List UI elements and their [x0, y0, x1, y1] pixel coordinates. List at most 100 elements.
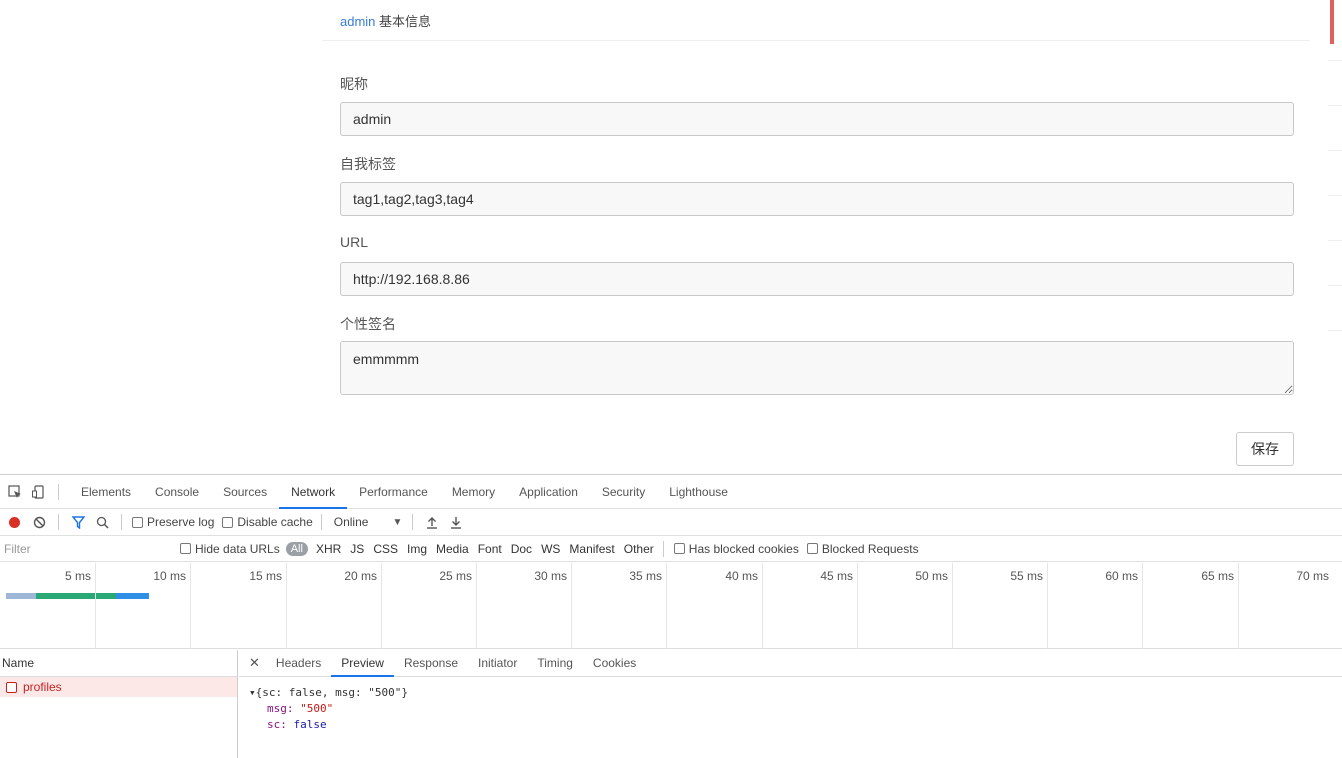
preserve-log-checkbox[interactable]	[132, 516, 143, 528]
network-filter-bar: Hide data URLs All XHR JS CSS Img Media Font D…	[0, 536, 1342, 562]
timeline-tick-label: 5 ms	[64, 569, 91, 583]
tab-application[interactable]: Application	[507, 475, 590, 509]
has-blocked-cookies-label: Has blocked cookies	[688, 541, 799, 556]
filter-type-css[interactable]: CSS	[373, 542, 398, 556]
detail-tab-headers[interactable]: Headers	[266, 650, 331, 677]
timeline-gridline	[571, 563, 572, 649]
header-username: admin	[340, 14, 376, 29]
disable-cache-checkbox[interactable]	[222, 516, 234, 528]
json-summary[interactable]: ▾{sc: false, msg: "500"}	[249, 685, 1342, 701]
json-sc-key: sc:	[267, 718, 287, 731]
search-icon[interactable]	[93, 513, 111, 531]
filter-all-button[interactable]: All	[285, 541, 308, 556]
tab-elements[interactable]: Elements	[69, 475, 143, 509]
json-sc-line: sc: false	[249, 717, 1342, 733]
disable-cache-label: Disable cache	[237, 515, 313, 529]
timeline-gridline	[666, 563, 667, 649]
tab-security[interactable]: Security	[590, 475, 657, 509]
tab-console[interactable]: Console	[143, 475, 211, 509]
has-blocked-cookies-checkbox[interactable]	[673, 543, 685, 554]
network-overview-timeline[interactable]: 5 ms 10 ms 15 ms 20 ms 25 ms 30 ms 35 ms 40 ms 4…	[0, 563, 1342, 649]
filter-type-js[interactable]: JS	[350, 542, 364, 556]
tab-memory[interactable]: Memory	[440, 475, 507, 509]
devtools-tab-bar: Elements Console Sources Network Performance…	[0, 475, 1342, 509]
timeline-tick-label: 60 ms	[1105, 569, 1138, 583]
divider	[121, 514, 122, 530]
timing-bar-waiting	[36, 593, 116, 599]
filter-type-img[interactable]: Img	[407, 542, 427, 556]
timeline-tick-label: 15 ms	[249, 569, 282, 583]
inspect-element-icon[interactable]	[6, 483, 24, 501]
blocked-requests-label: Blocked Requests	[821, 541, 919, 556]
signature-textarea[interactable]: emmmmm	[340, 341, 1294, 395]
signature-label: 个性签名	[340, 316, 396, 332]
import-har-icon[interactable]	[423, 513, 441, 531]
filter-type-font[interactable]: Font	[478, 542, 502, 556]
detail-tab-initiator[interactable]: Initiator	[468, 650, 527, 677]
hide-data-urls-checkbox[interactable]	[180, 543, 191, 554]
nickname-input[interactable]	[340, 102, 1294, 136]
timeline-tick-label: 20 ms	[344, 569, 377, 583]
timeline-gridline	[762, 563, 763, 649]
divider	[58, 514, 59, 530]
filter-type-media[interactable]: Media	[436, 542, 469, 556]
divider	[662, 540, 664, 557]
timeline-tick-label: 25 ms	[439, 569, 472, 583]
tags-input[interactable]	[340, 182, 1294, 216]
detail-tab-response[interactable]: Response	[394, 650, 468, 677]
record-icon[interactable]	[9, 516, 20, 528]
close-icon[interactable]: ✕	[249, 655, 260, 671]
detail-tab-preview[interactable]: Preview	[331, 650, 394, 677]
chevron-down-icon[interactable]: ▼	[392, 517, 402, 528]
filter-icon[interactable]	[69, 513, 87, 531]
timeline-gridline	[857, 563, 858, 649]
preserve-log-label: Preserve log	[147, 515, 215, 529]
tags-label: 自我标签	[340, 156, 396, 172]
clear-icon[interactable]	[30, 513, 48, 531]
timeline-gridline	[1238, 563, 1239, 649]
filter-type-other[interactable]: Other	[624, 542, 654, 556]
divider	[412, 514, 414, 530]
timing-bar-queue	[6, 593, 36, 599]
request-detail: ✕ Headers Preview Response Initiator Timing C…	[239, 650, 1342, 758]
url-input[interactable]	[340, 262, 1294, 296]
timeline-tick-label: 65 ms	[1201, 569, 1234, 583]
name-column-header[interactable]: Name	[0, 650, 237, 677]
filter-type-manifest[interactable]: Manifest	[569, 542, 614, 556]
tab-performance[interactable]: Performance	[347, 475, 440, 509]
network-toolbar: Preserve log Disable cache Online ▼	[0, 509, 1342, 536]
detail-tab-timing[interactable]: Timing	[527, 650, 583, 677]
json-msg-line: msg: "500"	[249, 701, 1342, 717]
timeline-tick-label: 35 ms	[629, 569, 662, 583]
filter-type-ws[interactable]: WS	[541, 542, 560, 556]
timeline-gridline	[190, 563, 191, 649]
tab-network[interactable]: Network	[279, 475, 348, 509]
timeline-gridline	[95, 563, 96, 649]
throttle-select[interactable]: Online	[334, 515, 369, 529]
detail-tab-cookies[interactable]: Cookies	[583, 650, 646, 677]
blocked-requests-checkbox[interactable]	[806, 543, 818, 554]
export-har-icon[interactable]	[447, 513, 465, 531]
filter-input[interactable]	[0, 537, 180, 560]
timeline-gridline	[1142, 563, 1143, 649]
timeline-tick-label: 10 ms	[153, 569, 186, 583]
json-msg-key: msg:	[267, 702, 294, 715]
tab-lighthouse[interactable]: Lighthouse	[657, 475, 740, 509]
timing-bar-download	[116, 593, 149, 599]
tab-sources[interactable]: Sources	[211, 475, 279, 509]
right-edge-dividers	[1328, 60, 1342, 390]
filter-type-xhr[interactable]: XHR	[316, 542, 341, 556]
detail-tab-bar: ✕ Headers Preview Response Initiator Timing C…	[239, 650, 1342, 677]
save-button[interactable]: 保存	[1236, 432, 1294, 466]
json-msg-value: "500"	[300, 702, 334, 715]
timeline-tick-label: 45 ms	[820, 569, 853, 583]
filter-type-doc[interactable]: Doc	[511, 542, 532, 556]
url-label: URL	[340, 234, 369, 250]
nickname-label: 昵称	[340, 76, 368, 92]
hide-data-urls-label: Hide data URLs	[195, 541, 280, 556]
request-row[interactable]: profiles	[0, 677, 237, 697]
device-toolbar-icon[interactable]	[30, 483, 48, 501]
request-name: profiles	[23, 680, 62, 694]
timeline-tick-label: 30 ms	[534, 569, 567, 583]
timeline-tick-label: 40 ms	[725, 569, 758, 583]
